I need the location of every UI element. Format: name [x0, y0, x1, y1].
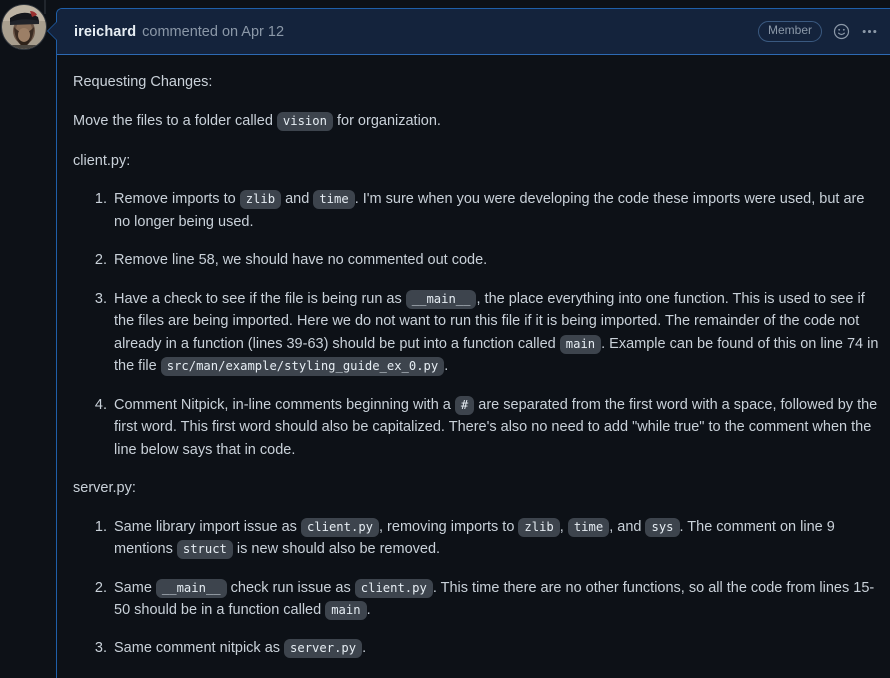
inline-code: client.py: [300, 517, 379, 537]
inline-code: main: [325, 600, 367, 620]
status-badge: Member: [757, 21, 822, 42]
inline-code: sys: [645, 517, 680, 537]
server-list-item: Same library import issue as client.py, …: [111, 516, 880, 561]
client-list-item: Comment Nitpick, in-line comments beginn…: [111, 394, 880, 461]
inline-code: src/man/example/styling_guide_ex_0.py: [160, 357, 445, 377]
inline-code: __main__: [155, 578, 227, 598]
inline-code: time: [567, 517, 610, 537]
paragraph-move-files: Move the files to a folder called vision…: [73, 110, 880, 132]
client-list-item: Remove imports to zlib and time. I'm sur…: [111, 188, 880, 233]
inline-code: #: [454, 395, 475, 415]
inline-code: zlib: [239, 190, 282, 210]
inline-code-vision: vision: [276, 112, 333, 132]
comment-header: ireichard commented on Apr 12 Member: [57, 9, 890, 55]
move-files-before: Move the files to a folder called: [73, 113, 273, 130]
inline-code: time: [313, 190, 355, 210]
avatar[interactable]: [2, 5, 46, 49]
comment-page: ireichard commented on Apr 12 Member Req…: [0, 0, 890, 678]
server-py-list: Same library import issue as client.py, …: [73, 516, 880, 660]
smiley-icon[interactable]: [833, 23, 850, 40]
comment-timestamp: commented on Apr 12: [142, 23, 285, 40]
client-list-item: Remove line 58, we should have no commen…: [111, 249, 880, 271]
comment-bubble-arrow: [47, 22, 57, 40]
server-list-item: Same comment nitpick as server.py.: [111, 637, 880, 659]
inline-code: main: [559, 334, 602, 354]
heading-server-py: server.py:: [73, 480, 136, 497]
comment-body: Requesting Changes: Move the files to a …: [57, 55, 890, 678]
inline-code: server.py: [284, 639, 363, 659]
timeline-rail: [44, 0, 46, 14]
server-list-item: Same __main__ check run issue as client.…: [111, 577, 880, 622]
kebab-menu-icon[interactable]: [861, 23, 878, 40]
client-py-list: Remove imports to zlib and time. I'm sur…: [73, 188, 880, 461]
inline-code: zlib: [518, 517, 560, 537]
inline-code: __main__: [405, 289, 477, 309]
comment-box: ireichard commented on Apr 12 Member Req…: [56, 8, 890, 678]
client-list-item: Have a check to see if the file is being…: [111, 288, 880, 378]
inline-code: client.py: [354, 578, 433, 598]
avatar-image: [2, 5, 46, 49]
inline-code: struct: [176, 540, 233, 560]
comment-author[interactable]: ireichard: [74, 24, 136, 40]
heading-client-py: client.py:: [73, 152, 131, 169]
paragraph-intro: Requesting Changes:: [73, 74, 213, 90]
move-files-after: for organization.: [336, 113, 441, 130]
